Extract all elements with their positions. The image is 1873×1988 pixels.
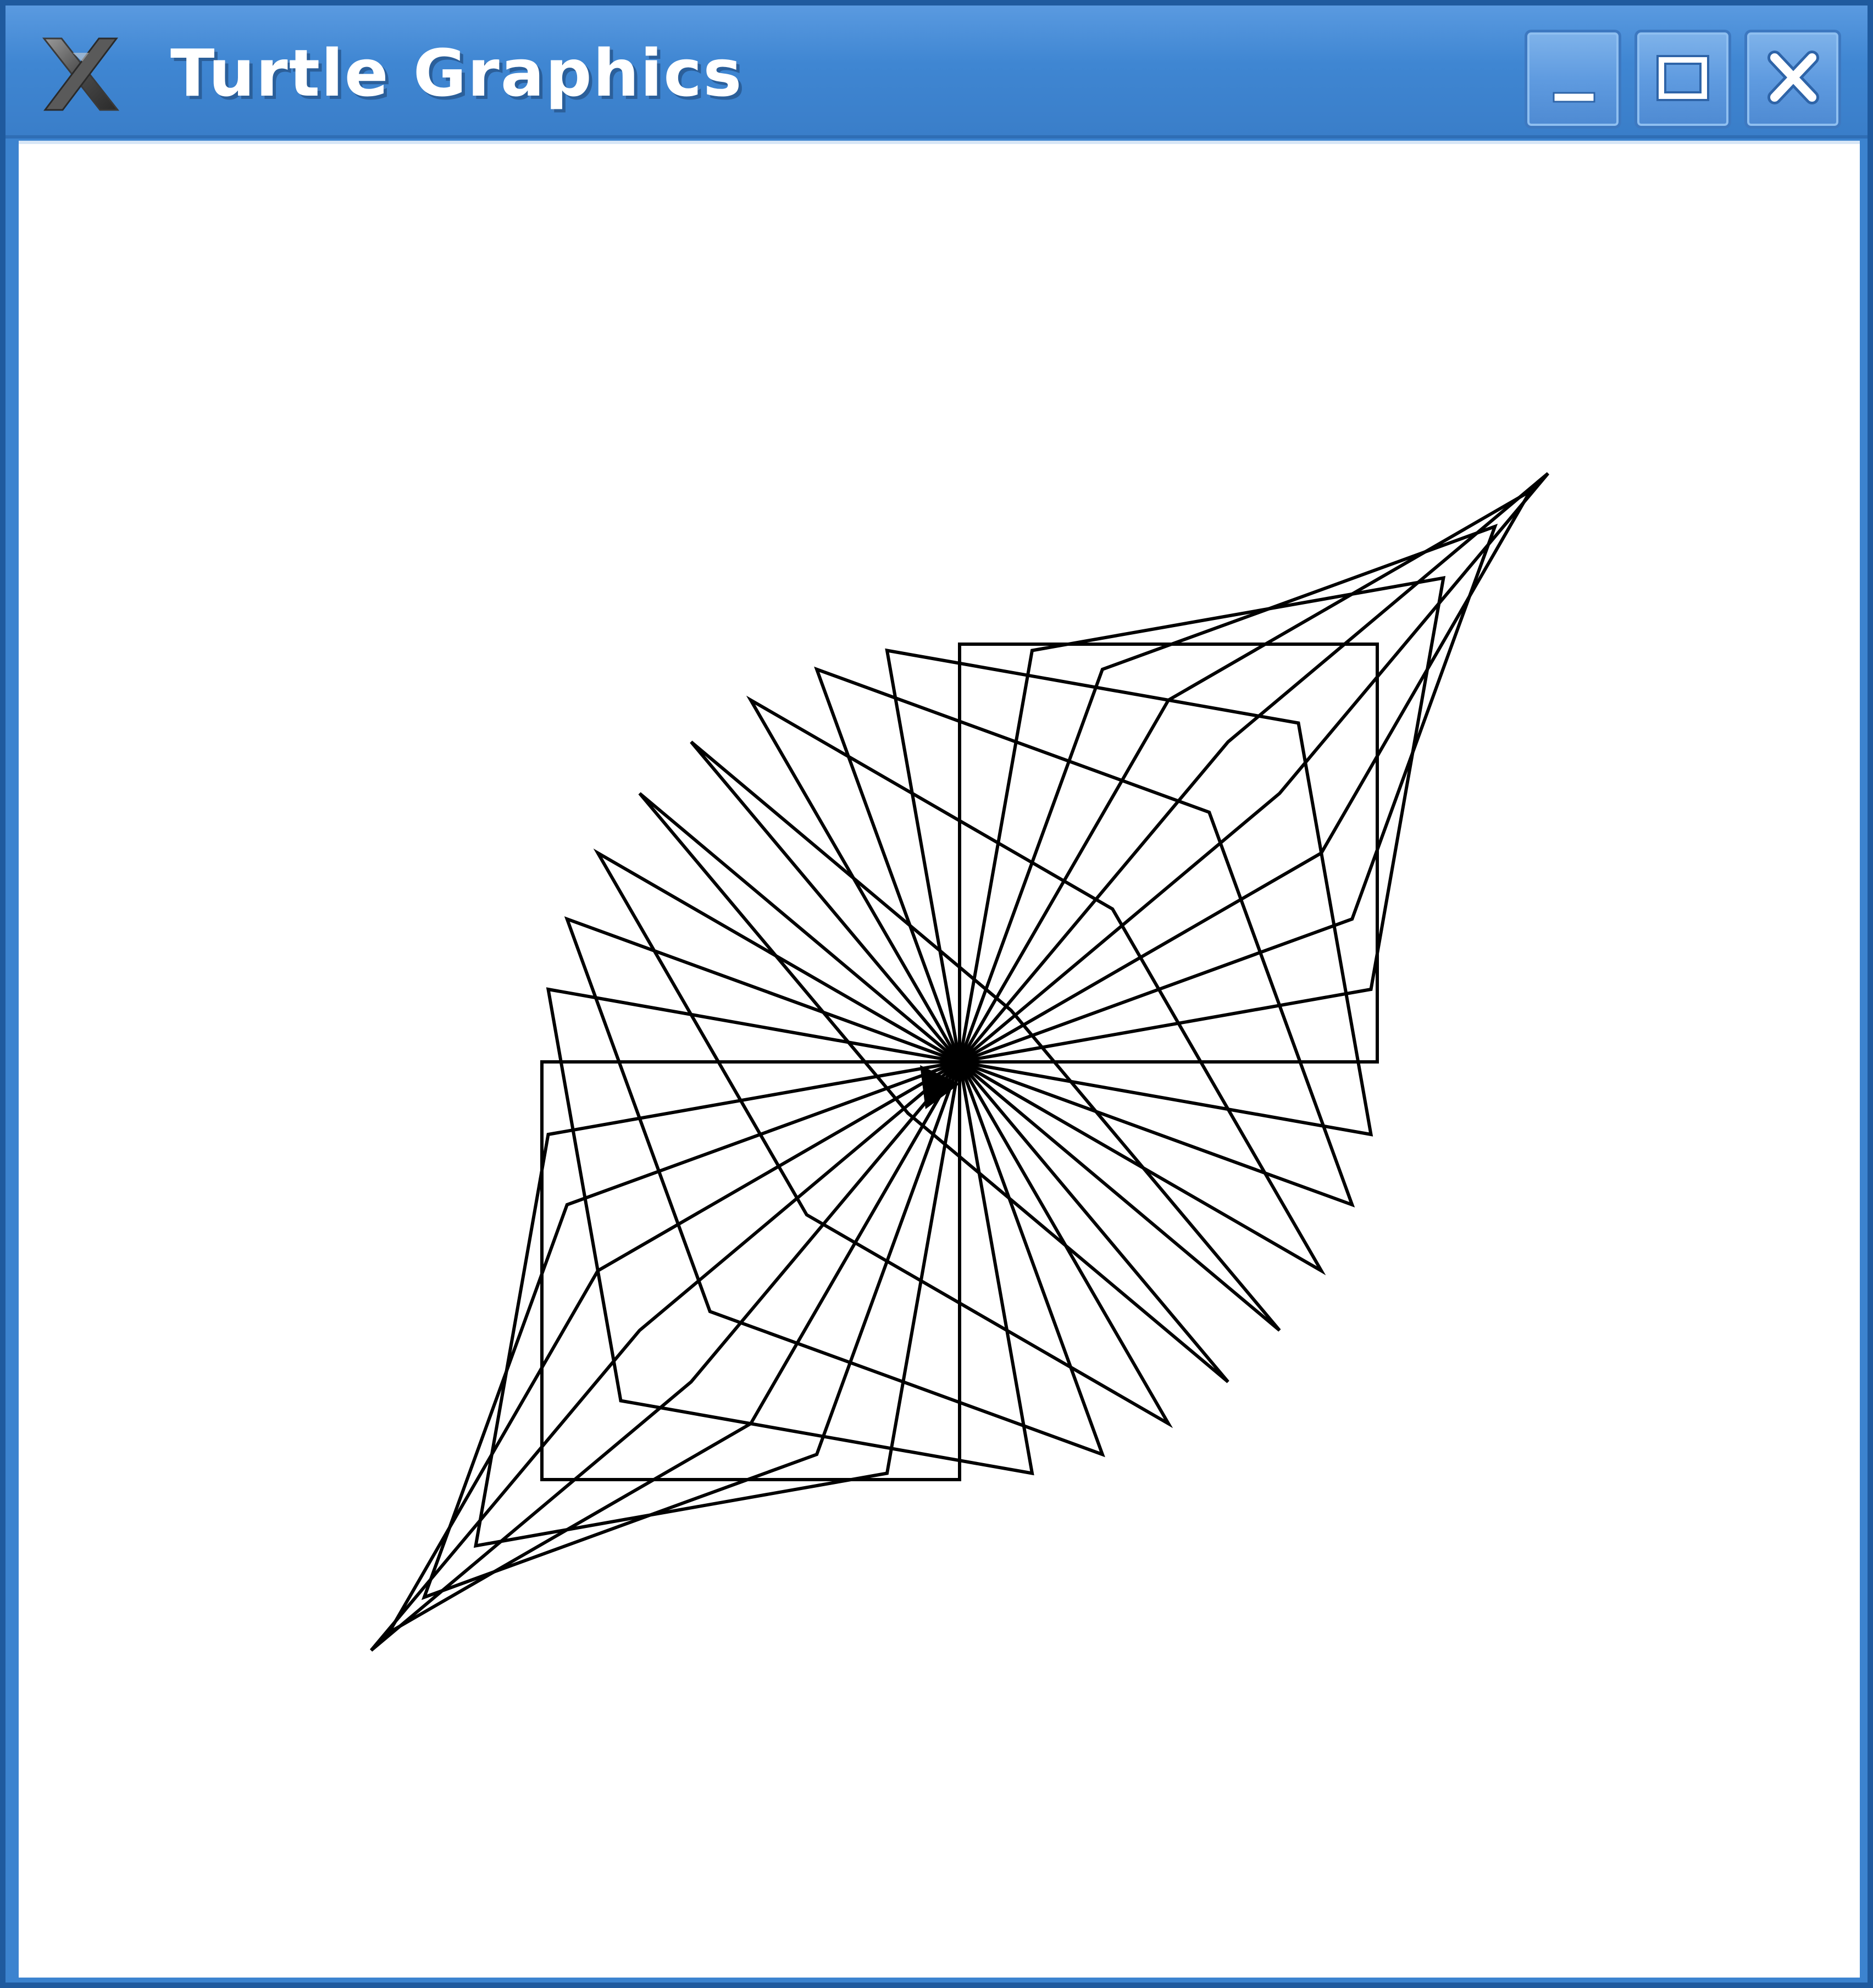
square-9 (564, 916, 1105, 1458)
window-title: Turtle Graphics (170, 35, 743, 111)
maximize-icon (1656, 55, 1709, 101)
close-icon (1767, 51, 1819, 104)
square-17 (690, 740, 1281, 1332)
square-14 (473, 1060, 962, 1548)
square-5 (957, 575, 1446, 1064)
minimize-button[interactable] (1525, 30, 1621, 129)
square-spiral (370, 472, 1549, 1652)
square-11 (421, 1059, 963, 1601)
square-16 (593, 848, 1173, 1428)
square-18 (814, 666, 1355, 1208)
close-button[interactable] (1744, 30, 1841, 129)
turtle-drawing (370, 472, 1549, 1652)
maximize-button[interactable] (1634, 30, 1731, 129)
minimize-icon (1553, 92, 1595, 103)
square-3 (958, 472, 1549, 1064)
turtle-graphics-window: Turtle Graphics (0, 0, 1873, 1988)
square-12 (370, 1060, 961, 1652)
square-2 (956, 523, 1498, 1065)
x-window-system-icon[interactable] (40, 36, 122, 112)
title-bar[interactable]: Turtle Graphics (5, 5, 1868, 139)
square-7 (746, 695, 1326, 1276)
turtle-canvas[interactable] (19, 141, 1860, 1978)
